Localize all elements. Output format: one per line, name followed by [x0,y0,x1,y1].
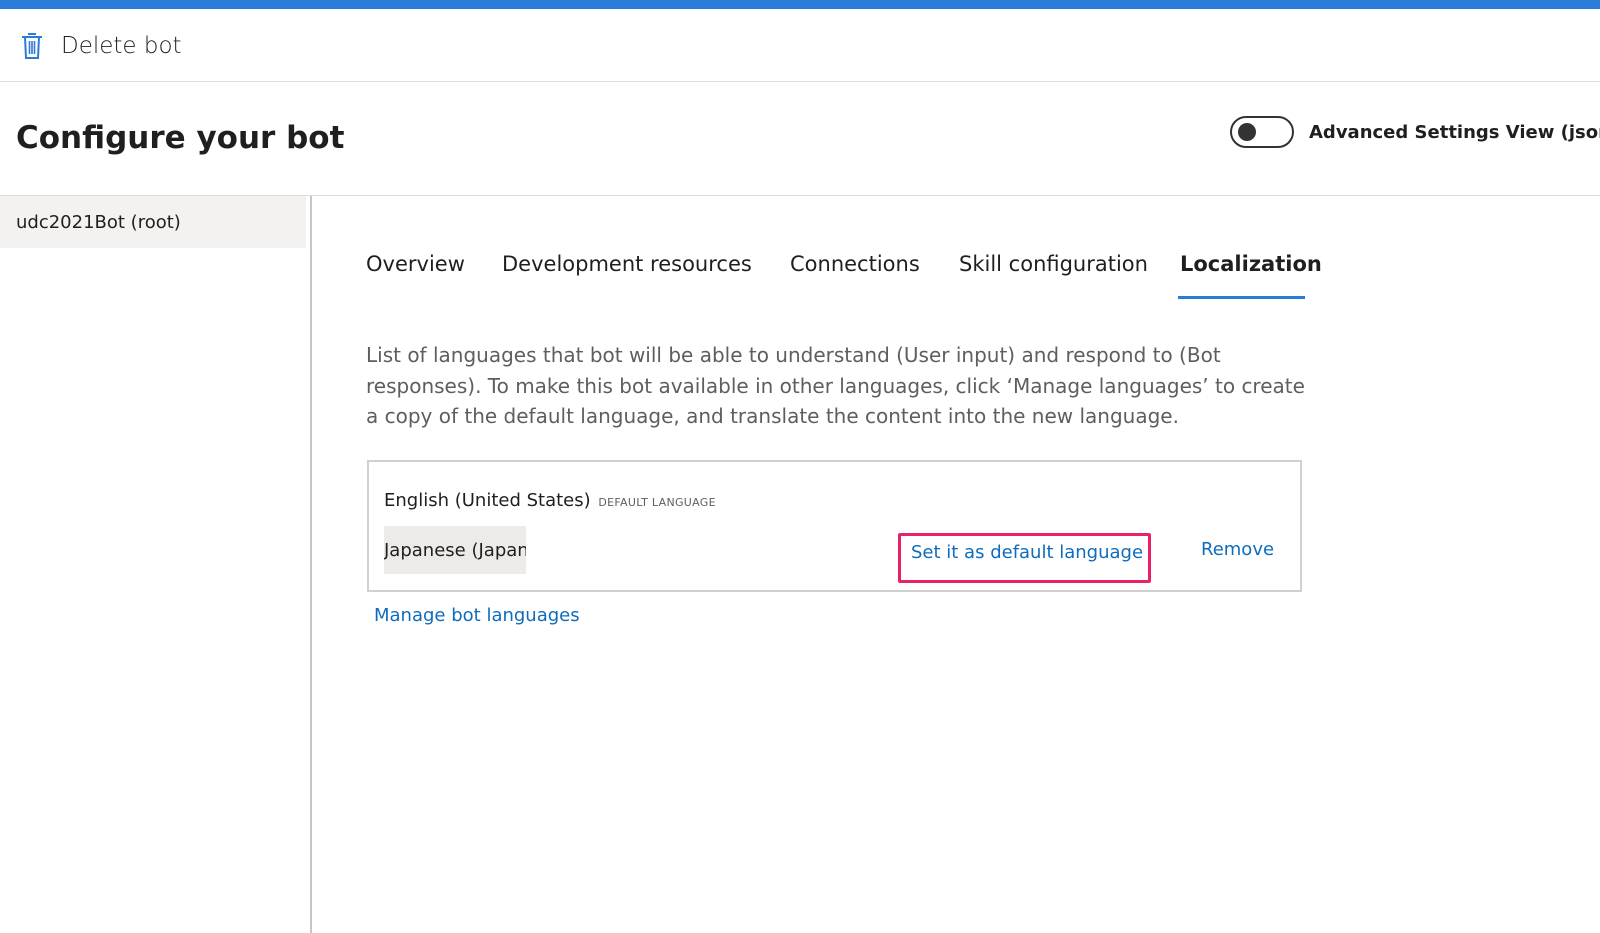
command-bar: Delete bot [0,9,1600,82]
language-row-japanese[interactable]: Japanese (Japan) [384,526,526,574]
tab-overview[interactable]: Overview [366,248,465,280]
language-name: Japanese (Japan) [384,539,526,561]
localization-description: List of languages that bot will be able … [366,343,1305,428]
active-tab-indicator [1178,296,1305,299]
delete-bot-label: Delete bot [61,33,182,59]
delete-bot-button[interactable]: Delete bot [20,29,182,63]
set-default-language-label: Set it as default language [911,542,1144,563]
language-name: English (United States) [384,490,591,511]
tab-development-resources[interactable]: Development resources [502,248,752,280]
page-title: Configure your bot [16,120,345,156]
remove-language-link[interactable]: Remove [1201,539,1274,560]
tab-skill-configuration[interactable]: Skill configuration [959,248,1148,280]
language-row-default: English (United States) DEFAULT LANGUAGE [384,490,716,511]
sidebar-item-root-bot[interactable]: udc2021Bot (root) [0,196,306,248]
tab-localization[interactable]: Localization [1180,248,1322,280]
set-default-language-link[interactable]: Set it as default language [898,533,1151,583]
top-accent-bar [0,0,1600,9]
toggle-switch[interactable] [1230,116,1294,148]
default-language-badge: DEFAULT LANGUAGE [598,496,716,509]
bot-tree-sidebar: udc2021Bot (root) [0,196,312,933]
tab-connections[interactable]: Connections [790,248,920,280]
manage-bot-languages-link[interactable]: Manage bot languages [374,605,580,626]
advanced-settings-toggle[interactable]: Advanced Settings View (json [1230,116,1600,148]
trash-icon [20,32,44,60]
toggle-knob [1238,123,1256,141]
advanced-settings-label: Advanced Settings View (json [1309,121,1600,143]
